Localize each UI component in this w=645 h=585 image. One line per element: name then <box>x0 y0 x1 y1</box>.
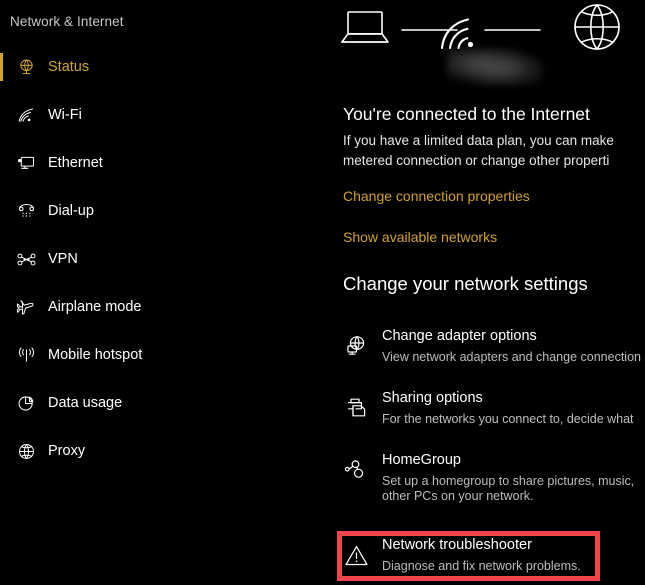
change-connection-properties-link[interactable]: Change connection properties <box>343 188 530 204</box>
setting-change-adapter-options[interactable]: Change adapter options View network adap… <box>330 328 645 376</box>
sidebar-item-label: Airplane mode <box>48 299 142 315</box>
sidebar-item-status[interactable]: Status <box>0 49 330 85</box>
sidebar-item-label: Dial-up <box>48 203 94 219</box>
vpn-icon <box>14 247 38 271</box>
sidebar-item-label: Wi-Fi <box>48 107 82 123</box>
ethernet-icon <box>14 151 38 175</box>
sidebar-item-ethernet[interactable]: Ethernet <box>0 145 330 181</box>
network-name-redacted <box>447 48 543 86</box>
wifi-signal-icon <box>440 18 474 50</box>
sidebar-item-airplane-mode[interactable]: Airplane mode <box>0 289 330 325</box>
wifi-icon <box>14 103 38 127</box>
sidebar-item-label: Status <box>48 59 90 75</box>
selection-accent-bar <box>0 293 3 321</box>
sidebar-item-wifi[interactable]: Wi-Fi <box>0 97 330 133</box>
selection-accent-bar <box>0 101 3 129</box>
setting-description: View network adapters and change connect… <box>382 350 641 364</box>
dialup-modem-icon <box>14 199 38 223</box>
airplane-icon <box>14 295 38 319</box>
sidebar-item-label: VPN <box>48 251 78 267</box>
setting-title: HomeGroup <box>382 452 461 468</box>
sidebar-item-label: Data usage <box>48 395 123 411</box>
sharing-printer-icon <box>342 394 370 422</box>
setting-homegroup[interactable]: HomeGroup Set up a homegroup to share pi… <box>330 452 645 516</box>
network-connection-diagram <box>330 0 645 86</box>
setting-sharing-options[interactable]: Sharing options For the networks you con… <box>330 390 645 438</box>
setting-description: For the networks you connect to, decide … <box>382 412 634 426</box>
setting-description: Set up a homegroup to share pictures, mu… <box>382 474 635 488</box>
sidebar-item-data-usage[interactable]: Data usage <box>0 385 330 421</box>
page-title: Network & Internet <box>10 14 124 29</box>
setting-network-troubleshooter[interactable]: Network troubleshooter Diagnose and fix … <box>330 537 645 585</box>
connection-description-line-1: If you have a limited data plan, you can… <box>343 133 614 148</box>
setting-title: Sharing options <box>382 390 483 406</box>
setting-title: Change adapter options <box>382 328 537 344</box>
setting-description: Diagnose and fix network problems. <box>382 559 581 573</box>
selection-accent-bar <box>0 149 3 177</box>
setting-description-line-2: other PCs on your network. <box>382 489 534 503</box>
network-status-icon <box>14 55 38 79</box>
sidebar-item-label: Proxy <box>48 443 86 459</box>
setting-title: Network troubleshooter <box>382 537 532 553</box>
globe-icon <box>14 439 38 463</box>
change-network-settings-heading: Change your network settings <box>343 273 588 294</box>
status-content-pane: You're connected to the Internet If you … <box>330 0 645 585</box>
sidebar-item-proxy[interactable]: Proxy <box>0 433 330 469</box>
sidebar-item-label: Mobile hotspot <box>48 347 143 363</box>
homegroup-nodes-icon <box>342 456 370 484</box>
selection-accent-bar <box>0 341 3 369</box>
pie-chart-icon <box>14 391 38 415</box>
sidebar-item-vpn[interactable]: VPN <box>0 241 330 277</box>
sidebar-item-dialup[interactable]: Dial-up <box>0 193 330 229</box>
selection-accent-bar <box>0 53 3 81</box>
show-available-networks-link[interactable]: Show available networks <box>343 229 497 245</box>
settings-sidebar: Network & Internet Status Wi-Fi Ethernet… <box>0 0 330 585</box>
connection-description-line-2: metered connection or change other prope… <box>343 153 610 168</box>
globe-icon <box>574 4 620 50</box>
connection-status-heading: You're connected to the Internet <box>343 104 590 124</box>
selection-accent-bar <box>0 437 3 465</box>
selection-accent-bar <box>0 389 3 417</box>
hotspot-icon <box>14 343 38 367</box>
laptop-icon <box>341 11 389 43</box>
warning-triangle-icon <box>342 541 370 569</box>
selection-accent-bar <box>0 245 3 273</box>
network-adapter-icon <box>342 332 370 360</box>
sidebar-item-label: Ethernet <box>48 155 103 171</box>
selection-accent-bar <box>0 197 3 225</box>
sidebar-item-mobile-hotspot[interactable]: Mobile hotspot <box>0 337 330 373</box>
